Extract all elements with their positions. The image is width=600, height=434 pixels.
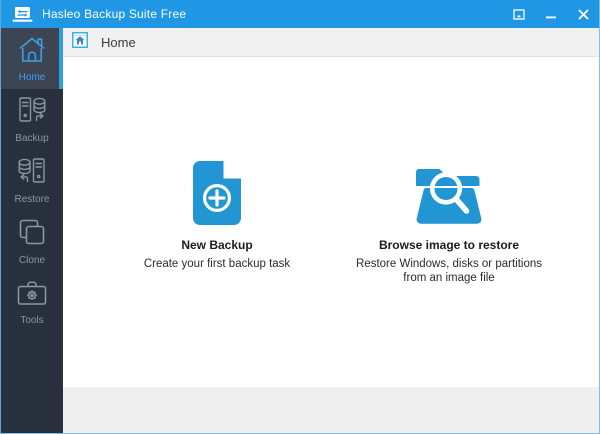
- sidebar-item-backup[interactable]: Backup: [1, 89, 63, 150]
- sidebar: Home Backup Restore Clone Tools: [1, 28, 63, 433]
- footer-strip: [63, 387, 599, 433]
- new-backup-document-icon: [193, 160, 242, 231]
- tools-icon: [16, 279, 48, 312]
- sidebar-item-clone[interactable]: Clone: [1, 211, 63, 272]
- sidebar-item-label: Restore: [14, 194, 50, 205]
- sidebar-item-label: Clone: [18, 255, 46, 266]
- app-logo-laptop-icon: [12, 6, 33, 23]
- sidebar-item-label: Backup: [15, 133, 49, 144]
- minimize-button[interactable]: [535, 0, 567, 28]
- browse-image-title: Browse image to restore: [378, 238, 520, 252]
- app-window: Hasleo Backup Suite Free Home Backup Res…: [0, 0, 600, 434]
- home-tab-icon: [72, 31, 88, 53]
- tab-label: Home: [101, 34, 136, 50]
- browse-image-subtitle: Restore Windows, disks or partitions fro…: [356, 258, 542, 284]
- sidebar-item-label: Tools: [20, 315, 44, 326]
- home-icon: [17, 35, 47, 69]
- sidebar-item-home[interactable]: Home: [1, 28, 63, 89]
- browse-image-action[interactable]: Browse image to restore Restore Windows,…: [334, 165, 564, 285]
- window-title: Hasleo Backup Suite Free: [42, 7, 187, 21]
- close-button[interactable]: [567, 0, 599, 28]
- sidebar-item-tools[interactable]: Tools: [1, 272, 63, 333]
- clone-icon: [17, 217, 47, 252]
- tab-bar: Home: [63, 28, 599, 57]
- home-content: New Backup Create your first backup task: [63, 57, 599, 387]
- tab-home[interactable]: Home: [72, 31, 136, 53]
- restore-icon: [17, 156, 47, 191]
- browse-image-folder-search-icon: [413, 167, 485, 231]
- new-backup-subtitle: Create your first backup task: [143, 258, 291, 270]
- sidebar-item-label: Home: [18, 71, 46, 83]
- main-panel: Home New Backup Create your first backup…: [63, 28, 599, 433]
- new-backup-title: New Backup: [181, 238, 253, 252]
- backup-icon: [17, 95, 47, 130]
- minimize-to-tray-button[interactable]: [503, 0, 535, 28]
- titlebar: Hasleo Backup Suite Free: [1, 0, 599, 28]
- new-backup-action[interactable]: New Backup Create your first backup task: [102, 160, 332, 271]
- window-controls: [503, 0, 599, 28]
- sidebar-item-restore[interactable]: Restore: [1, 150, 63, 211]
